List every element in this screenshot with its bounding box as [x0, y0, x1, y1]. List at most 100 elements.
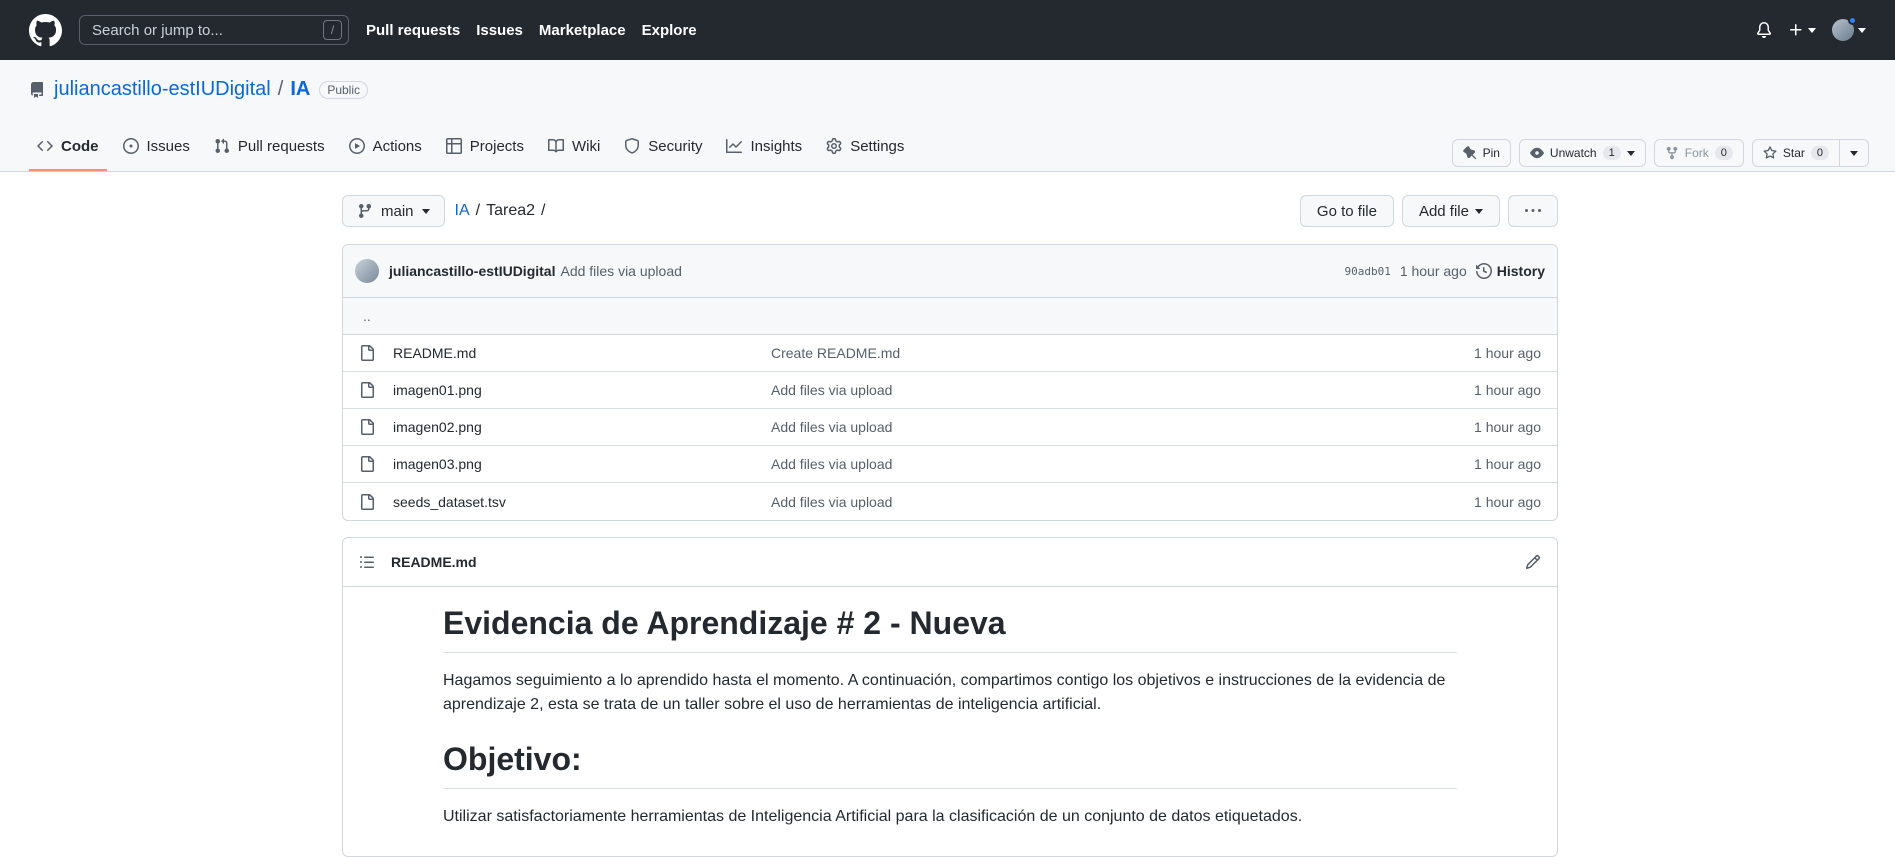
latest-commit-bar: juliancastillo-estIUDigital Add files vi…: [343, 245, 1557, 298]
table-icon: [445, 138, 462, 154]
tab-label: Code: [61, 137, 99, 155]
header-actions: [1756, 16, 1866, 41]
search-placeholder: Search or jump to...: [92, 21, 223, 39]
file-age: 1 hour ago: [1474, 493, 1541, 510]
tab-projects[interactable]: Projects: [438, 123, 532, 171]
list-unordered-icon[interactable]: [359, 554, 375, 570]
star-lists-dropdown[interactable]: [1840, 139, 1869, 167]
shield-icon: [625, 138, 640, 154]
commit-meta: 90adb01 1 hour ago History: [1344, 263, 1545, 279]
tab-security[interactable]: Security: [616, 123, 710, 171]
file-browser: juliancastillo-estIUDigital Add files vi…: [342, 244, 1558, 521]
file-name-link[interactable]: imagen01.png: [393, 382, 771, 398]
history-link[interactable]: History: [1475, 263, 1545, 279]
nav-explore[interactable]: Explore: [642, 22, 697, 39]
file-name-link[interactable]: seeds_dataset.tsv: [393, 494, 771, 510]
chevron-down-icon: [1858, 27, 1866, 33]
commit-sha-link[interactable]: 90adb01: [1344, 265, 1390, 278]
bell-icon[interactable]: [1756, 22, 1772, 38]
file-name-link[interactable]: imagen03.png: [393, 456, 771, 472]
fork-label: Fork: [1684, 146, 1709, 160]
nav-issues[interactable]: Issues: [476, 22, 523, 39]
file-commit-message-link[interactable]: Add files via upload: [771, 382, 1474, 398]
repo-actions: Pin Unwatch 1 Fork 0 Star 0: [1451, 139, 1869, 167]
notification-dot: [1848, 16, 1857, 25]
nav-marketplace[interactable]: Marketplace: [539, 22, 626, 39]
repo-tabs: Code Issues Pull requests Actions Projec…: [29, 123, 920, 171]
tab-insights[interactable]: Insights: [718, 123, 810, 171]
main-content: main IA / Tarea2 / Go to file Add file j…: [342, 195, 1558, 857]
issue-icon: [122, 138, 139, 154]
star-count: 0: [1810, 146, 1829, 160]
file-row[interactable]: README.md Create README.md 1 hour ago: [343, 335, 1557, 372]
file-row[interactable]: seeds_dataset.tsv Add files via upload 1…: [343, 483, 1557, 520]
breadcrumb-root-link[interactable]: IA: [455, 202, 470, 220]
plus-icon: [1790, 24, 1802, 36]
pencil-icon[interactable]: [1525, 554, 1541, 570]
avatar[interactable]: [355, 259, 379, 283]
nav-pull-requests[interactable]: Pull requests: [366, 22, 460, 39]
history-icon: [1475, 263, 1492, 279]
kebab-horizontal-icon: [1525, 209, 1541, 212]
commit-author-link[interactable]: juliancastillo-estIUDigital: [389, 263, 555, 279]
file-name-link[interactable]: imagen02.png: [393, 419, 771, 435]
file-age: 1 hour ago: [1474, 456, 1541, 472]
commit-message-link[interactable]: Add files via upload: [560, 263, 681, 279]
commit-age: 1 hour ago: [1399, 263, 1467, 279]
file-icon: [359, 382, 375, 398]
tab-label: Security: [648, 137, 703, 155]
file-row[interactable]: imagen02.png Add files via upload 1 hour…: [343, 409, 1557, 446]
file-commit-message-link[interactable]: Add files via upload: [771, 419, 1474, 435]
branch-name: main: [381, 202, 414, 220]
star-icon: [1763, 146, 1777, 159]
search-shortcut-hint: /: [323, 20, 342, 40]
tab-code[interactable]: Code: [29, 123, 107, 171]
file-name-link[interactable]: README.md: [393, 345, 771, 361]
repo-icon: [30, 81, 43, 98]
file-commit-message-link[interactable]: Create README.md: [771, 345, 1474, 361]
code-icon: [37, 140, 53, 152]
file-commit-message-link[interactable]: Add files via upload: [771, 456, 1474, 472]
go-to-file-button[interactable]: Go to file: [1299, 195, 1394, 227]
pull-request-icon: [215, 138, 229, 154]
github-logo-icon[interactable]: [29, 13, 62, 47]
play-icon: [348, 138, 365, 154]
tab-pull-requests[interactable]: Pull requests: [206, 123, 333, 171]
star-label: Star: [1782, 146, 1805, 160]
readme-paragraph: Utilizar satisfactoriamente herramientas…: [443, 808, 1303, 825]
repo-name-link[interactable]: IA: [290, 78, 310, 101]
branch-selector[interactable]: main: [342, 195, 445, 227]
gear-icon: [826, 138, 842, 154]
file-row[interactable]: imagen01.png Add files via upload 1 hour…: [343, 372, 1557, 409]
path-bar: main IA / Tarea2 / Go to file Add file: [342, 195, 1558, 227]
branch-icon: [358, 204, 371, 219]
tab-wiki[interactable]: Wiki: [540, 123, 608, 171]
unwatch-button[interactable]: Unwatch 1: [1518, 139, 1646, 167]
create-new-dropdown[interactable]: [1788, 22, 1816, 38]
repo-owner-link[interactable]: juliancastillo-estIUDigital: [54, 78, 271, 101]
star-button[interactable]: Star 0: [1751, 139, 1840, 167]
tab-label: Projects: [469, 137, 524, 155]
parent-directory-link[interactable]: ..: [343, 298, 1557, 335]
add-file-button[interactable]: Add file: [1401, 195, 1500, 227]
unwatch-label: Unwatch: [1549, 146, 1597, 160]
more-options-button[interactable]: [1508, 195, 1558, 227]
readme-content: Evidencia de Aprendizaje # 2 - Nueva Hag…: [343, 587, 1557, 829]
tab-issues[interactable]: Issues: [115, 123, 198, 171]
pin-icon: [1462, 146, 1476, 160]
fork-button[interactable]: Fork 0: [1653, 139, 1744, 167]
tab-actions[interactable]: Actions: [341, 123, 430, 171]
file-row[interactable]: imagen03.png Add files via upload 1 hour…: [343, 446, 1557, 483]
tab-label: Wiki: [571, 137, 601, 155]
repo-title: juliancastillo-estIUDigital / IA Public: [29, 78, 368, 101]
global-header: Search or jump to... / Pull requests Iss…: [0, 0, 1895, 60]
tab-settings[interactable]: Settings: [818, 123, 912, 171]
pin-button[interactable]: Pin: [1451, 139, 1511, 167]
search-input[interactable]: Search or jump to... /: [79, 15, 349, 45]
graph-icon: [726, 139, 743, 153]
user-menu-dropdown[interactable]: [1832, 16, 1866, 41]
readme-heading: Evidencia de Aprendizaje # 2 - Nueva: [443, 605, 1457, 653]
file-commit-message-link[interactable]: Add files via upload: [771, 494, 1474, 510]
tab-label: Issues: [146, 137, 190, 155]
chevron-down-icon: [1475, 208, 1483, 214]
